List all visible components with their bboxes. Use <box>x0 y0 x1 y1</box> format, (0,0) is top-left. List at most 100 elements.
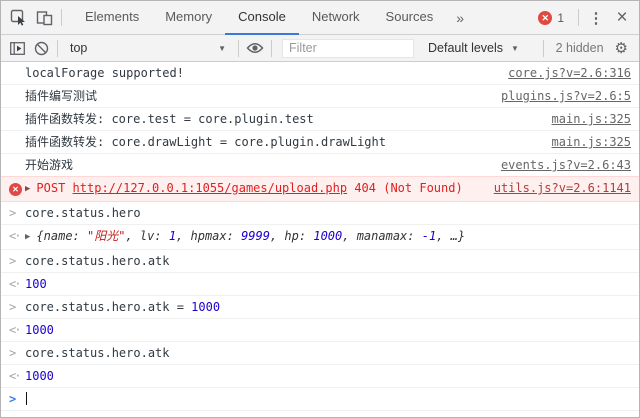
console-result: <·1000 <box>1 365 639 388</box>
message-text: 开始游戏 <box>25 157 489 173</box>
source-link[interactable]: core.js?v=2.6:316 <box>508 65 631 81</box>
more-tabs-button[interactable]: » <box>446 1 474 34</box>
message-token: , hpmax: <box>176 229 241 243</box>
text-cursor <box>26 392 27 405</box>
console-message: localForage supported! core.js?v=2.6:316 <box>1 62 639 85</box>
source-link[interactable]: plugins.js?v=2.6:5 <box>501 88 631 104</box>
hidden-messages-count: 2 hidden <box>548 41 612 55</box>
message-text: 插件函数转发: core.test = core.plugin.test <box>25 111 540 127</box>
message-token: 100 <box>25 277 47 291</box>
chevron-down-icon: ▼ <box>218 44 226 53</box>
command-chevron-icon: > <box>9 205 25 221</box>
devtools-tabbar: Elements Memory Console Network Sources … <box>1 1 639 35</box>
message-token: 9999 <box>241 229 270 243</box>
console-message: 插件函数转发: core.drawLight = core.plugin.dra… <box>1 131 639 154</box>
command-chevron-icon: > <box>9 299 25 315</box>
console-log: localForage supported! core.js?v=2.6:316 插… <box>1 62 639 411</box>
divider <box>578 9 579 26</box>
message-token: core.status.hero.atk = <box>25 300 191 314</box>
disclosure-triangle-icon[interactable]: ▶ <box>25 229 30 245</box>
console-message: 开始游戏 events.js?v=2.6:43 <box>1 154 639 177</box>
message-text: core.status.hero <box>25 205 631 221</box>
divider <box>238 40 239 57</box>
command-chevron-icon: > <box>9 345 25 361</box>
message-token: {name: <box>36 229 87 243</box>
message-token: 1000 <box>25 369 54 383</box>
tab-elements[interactable]: Elements <box>72 1 152 35</box>
divider <box>271 40 272 57</box>
console-result: <·100 <box>1 273 639 296</box>
console-prompt[interactable]: > <box>1 388 639 411</box>
message-text: ▶{name: "阳光", lv: 1, hpmax: 9999, hp: 10… <box>25 228 631 246</box>
source-link[interactable]: main.js:325 <box>552 111 631 127</box>
chevron-down-icon: ▼ <box>511 44 519 53</box>
tab-network[interactable]: Network <box>299 1 373 35</box>
message-token: -1 <box>422 229 436 243</box>
javascript-context-dropdown[interactable]: top ▼ <box>62 41 234 55</box>
tab-memory[interactable]: Memory <box>152 1 225 35</box>
divider <box>61 9 62 26</box>
log-levels-dropdown[interactable]: Default levels ▼ <box>418 41 529 55</box>
console-settings-gear-icon[interactable]: ⚙ <box>615 39 628 57</box>
message-text: core.status.hero.atk <box>25 345 631 361</box>
message-text: core.status.hero.atk = 1000 <box>25 299 631 315</box>
console-message: 插件函数转发: core.test = core.plugin.test main… <box>1 108 639 131</box>
clear-console-icon[interactable] <box>29 37 53 59</box>
disclosure-triangle-icon[interactable]: ▶ <box>25 181 30 197</box>
source-link[interactable]: utils.js?v=2.6:1141 <box>494 180 631 196</box>
console-command: >core.status.hero <box>1 202 639 225</box>
close-icon[interactable]: × <box>609 5 635 31</box>
tab-sources[interactable]: Sources <box>373 1 447 35</box>
message-token: 开始游戏 <box>25 158 73 172</box>
result-arrow-icon: <· <box>9 228 25 244</box>
error-count-badge[interactable]: ✕ 1 <box>538 11 570 25</box>
message-token: 1 <box>169 229 176 243</box>
console-sidebar-icon[interactable] <box>5 37 29 59</box>
filter-input[interactable] <box>282 39 414 58</box>
device-toolbar-icon[interactable] <box>31 5 57 31</box>
message-token: 404 (Not Found) <box>347 181 463 195</box>
divider <box>57 40 58 57</box>
error-icon: ✕ <box>538 11 552 25</box>
message-token: core.status.hero.atk <box>25 254 170 268</box>
message-token: core.status.hero <box>25 206 141 220</box>
console-toolbar: top ▼ Default levels ▼ 2 hidden ⚙ <box>1 35 639 62</box>
message-token: , hp: <box>270 229 313 243</box>
context-label: top <box>70 41 87 55</box>
message-token: , manamax: <box>342 229 421 243</box>
message-text: 100 <box>25 276 631 292</box>
panel-tabs: Elements Memory Console Network Sources … <box>72 1 474 34</box>
tab-console[interactable]: Console <box>225 1 299 35</box>
result-arrow-icon: <· <box>9 276 25 292</box>
message-token: 插件函数转发: core.drawLight = core.plugin.dra… <box>25 135 386 149</box>
command-chevron-icon: > <box>9 253 25 269</box>
console-command: >core.status.hero.atk <box>1 342 639 365</box>
error-icon: ✕ <box>9 183 22 196</box>
console-error-message: ✕▶ POST http://127.0.0.1:1055/games/uploa… <box>1 176 639 202</box>
devtools-window: Elements Memory Console Network Sources … <box>0 0 640 418</box>
console-result: <·▶{name: "阳光", lv: 1, hpmax: 9999, hp: … <box>1 225 639 250</box>
message-token: 1000 <box>191 300 220 314</box>
live-expression-eye-icon[interactable] <box>243 37 267 59</box>
message-token: 插件函数转发: core.test = core.plugin.test <box>25 112 314 126</box>
message-text: 1000 <box>25 368 631 384</box>
source-link[interactable]: events.js?v=2.6:43 <box>501 157 631 173</box>
console-message: 插件编写测试 plugins.js?v=2.6:5 <box>1 85 639 108</box>
message-text: localForage supported! <box>25 65 496 81</box>
message-text: 1000 <box>25 322 631 338</box>
result-arrow-icon: <· <box>9 368 25 384</box>
console-command: >core.status.hero.atk = 1000 <box>1 296 639 319</box>
message-token: 1000 <box>313 229 342 243</box>
result-arrow-icon: <· <box>9 322 25 338</box>
inspect-element-icon[interactable] <box>5 5 31 31</box>
message-token: 1000 <box>25 323 54 337</box>
source-link[interactable]: main.js:325 <box>552 134 631 150</box>
message-text: 插件编写测试 <box>25 88 489 104</box>
message-token: POST <box>36 181 72 195</box>
message-token: , …} <box>436 229 465 243</box>
kebab-menu-icon[interactable]: ⋮ <box>583 5 609 31</box>
request-url-link[interactable]: http://127.0.0.1:1055/games/upload.php <box>73 181 348 195</box>
divider <box>543 40 544 57</box>
message-text: 插件函数转发: core.drawLight = core.plugin.dra… <box>25 134 540 150</box>
console-command: >core.status.hero.atk <box>1 250 639 273</box>
